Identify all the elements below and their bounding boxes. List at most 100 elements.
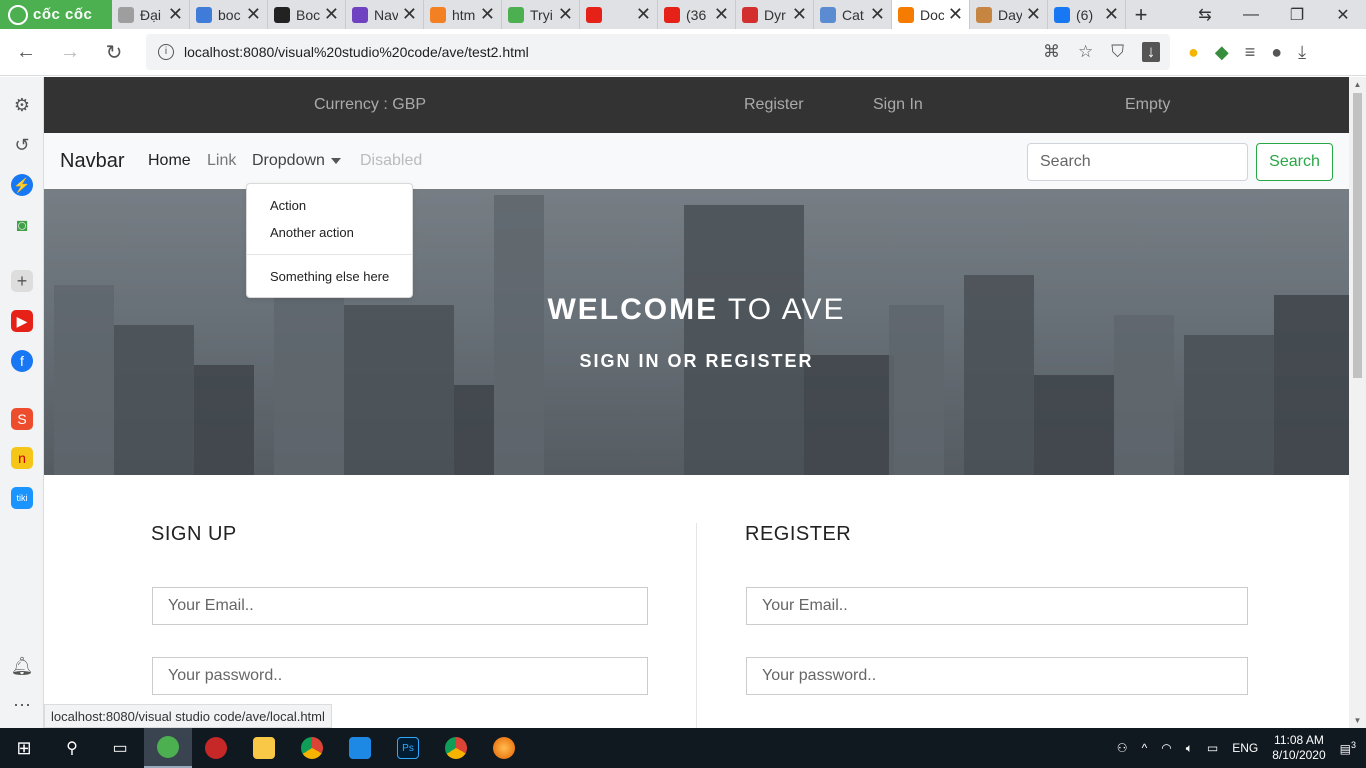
wifi-icon[interactable]: ◠ — [1161, 741, 1171, 755]
tab-search-icon[interactable]: ⇆ — [1182, 5, 1228, 25]
restore-button[interactable]: ❐ — [1274, 5, 1320, 25]
nav-home-link[interactable]: Home — [148, 152, 191, 170]
page-scrollbar[interactable]: ▲ ▼ — [1349, 77, 1366, 728]
firefox-taskbar-icon[interactable] — [480, 728, 528, 768]
shield-icon[interactable]: ⛉ — [1111, 42, 1124, 62]
now-food-icon[interactable]: n — [11, 447, 33, 469]
forward-button[interactable]: → — [52, 41, 88, 64]
notification-bell-icon[interactable]: 🔔︎ — [11, 655, 34, 677]
tab-close-icon[interactable]: ✕ — [870, 4, 885, 25]
tab-close-icon[interactable]: ✕ — [480, 4, 495, 25]
history-icon[interactable]: ↺ — [11, 134, 33, 156]
signup-email-field[interactable] — [152, 587, 648, 625]
youtube-icon[interactable]: ▶ — [11, 310, 33, 332]
tab-close-icon[interactable]: ✕ — [1026, 4, 1041, 25]
battery-icon[interactable]: ▭ — [1207, 741, 1218, 755]
browser-tab[interactable]: boc ✕ — [190, 0, 268, 29]
more-options-icon[interactable]: ⋯ — [11, 694, 33, 716]
search-button[interactable]: Search — [1256, 143, 1333, 181]
tab-close-icon[interactable]: ✕ — [636, 4, 651, 25]
browser-tab[interactable]: Day ✕ — [970, 0, 1048, 29]
scroll-up-arrow-icon[interactable]: ▲ — [1349, 80, 1366, 89]
tab-close-icon[interactable]: ✕ — [246, 4, 261, 25]
photoshop-taskbar-icon[interactable]: Ps — [384, 728, 432, 768]
cart-status[interactable]: Empty — [1125, 96, 1170, 114]
show-hidden-icons-icon[interactable]: ^ — [1142, 741, 1148, 755]
coccoc-taskbar-icon[interactable] — [144, 728, 192, 768]
settings-gear-icon[interactable]: ⚙ — [11, 94, 33, 116]
add-icon[interactable]: + — [11, 270, 33, 292]
signup-password-field[interactable] — [152, 657, 648, 695]
chrome-extension-icon[interactable]: ● — [1188, 42, 1199, 63]
url-text[interactable]: localhost:8080/visual%20studio%20code/av… — [184, 44, 529, 60]
browser-tab[interactable]: Boc ✕ — [268, 0, 346, 29]
browser-tab[interactable]: Nav ✕ — [346, 0, 424, 29]
playlist-icon[interactable]: ≡ — [1245, 42, 1256, 63]
browser-tab[interactable]: ✕ — [580, 0, 658, 29]
file-explorer-taskbar-icon[interactable] — [240, 728, 288, 768]
messenger-icon[interactable]: ⚡ — [11, 174, 33, 196]
browser-logo[interactable]: cốc cốc — [0, 0, 112, 29]
tab-close-icon[interactable]: ✕ — [324, 4, 339, 25]
garena-taskbar-icon[interactable] — [192, 728, 240, 768]
facebook-icon[interactable]: f — [11, 350, 33, 372]
translate-icon[interactable]: ⌘ — [1043, 42, 1060, 62]
chrome-taskbar-icon-2[interactable] — [432, 728, 480, 768]
tab-close-icon[interactable]: ✕ — [1104, 4, 1119, 25]
sign-in-link[interactable]: Sign In — [873, 96, 923, 114]
register-link[interactable]: Register — [744, 96, 804, 114]
dropdown-item-action[interactable]: Action — [270, 198, 306, 213]
search-input[interactable] — [1027, 143, 1248, 181]
task-view-icon[interactable]: ▭ — [96, 728, 144, 768]
action-center-icon[interactable]: ▤3 — [1340, 740, 1356, 756]
volume-icon[interactable]: 🔈︎ — [1186, 741, 1193, 756]
site-info-icon[interactable]: i — [158, 44, 174, 60]
game-controller-icon[interactable]: ◙ — [11, 214, 33, 236]
tab-close-icon[interactable]: ✕ — [948, 4, 963, 25]
currency-selector[interactable]: Currency : GBP — [314, 96, 426, 114]
browser-tab[interactable]: (6) ✕ — [1048, 0, 1126, 29]
tab-close-icon[interactable]: ✕ — [714, 4, 729, 25]
register-password-field[interactable] — [746, 657, 1248, 695]
tiki-icon[interactable]: tiki — [11, 487, 33, 509]
new-tab-button[interactable]: + — [1126, 0, 1156, 29]
browser-tab[interactable]: Cat ✕ — [814, 0, 892, 29]
language-indicator[interactable]: ENG — [1232, 741, 1258, 755]
download-page-icon[interactable]: ↓ — [1142, 42, 1160, 62]
reload-button[interactable]: ↻ — [96, 40, 132, 65]
browser-tab[interactable]: Dyr ✕ — [736, 0, 814, 29]
vscode-taskbar-icon[interactable] — [336, 728, 384, 768]
downloads-icon[interactable]: ⤓ — [1298, 42, 1306, 63]
profile-avatar-icon[interactable]: ● — [1271, 42, 1282, 63]
chrome-taskbar-icon[interactable] — [288, 728, 336, 768]
search-icon[interactable]: ⚲ — [48, 728, 96, 768]
browser-tab[interactable]: htm ✕ — [424, 0, 502, 29]
browser-tab[interactable]: (36 ✕ — [658, 0, 736, 29]
register-email-field[interactable] — [746, 587, 1248, 625]
browser-tab[interactable]: Doc ✕ — [892, 0, 970, 29]
people-icon[interactable]: ⚇ — [1117, 741, 1128, 755]
minimize-button[interactable]: — — [1228, 6, 1274, 24]
clock[interactable]: 11:08 AM 8/10/2020 — [1272, 733, 1325, 763]
nav-dropdown-toggle[interactable]: Dropdown — [252, 152, 341, 170]
browser-tab[interactable]: Đại ✕ — [112, 0, 190, 29]
dropdown-item-another-action[interactable]: Another action — [270, 225, 354, 240]
tab-favicon-icon — [742, 6, 758, 23]
tab-close-icon[interactable]: ✕ — [792, 4, 807, 25]
dropdown-item-something-else[interactable]: Something else here — [270, 269, 389, 284]
browser-tab[interactable]: Tryi ✕ — [502, 0, 580, 29]
back-button[interactable]: ← — [8, 41, 44, 64]
navbar-brand[interactable]: Navbar — [60, 150, 124, 173]
windows-start-icon[interactable]: ⊞ — [0, 728, 48, 768]
nav-link[interactable]: Link — [207, 152, 236, 170]
shopee-icon[interactable]: S — [11, 408, 33, 430]
scroll-down-arrow-icon[interactable]: ▼ — [1349, 716, 1366, 725]
tab-close-icon[interactable]: ✕ — [402, 4, 417, 25]
globe-extension-icon[interactable]: ◆ — [1215, 42, 1229, 63]
tab-close-icon[interactable]: ✕ — [168, 4, 183, 25]
address-bar[interactable]: i localhost:8080/visual%20studio%20code/… — [146, 34, 1170, 70]
scrollbar-thumb[interactable] — [1353, 93, 1362, 378]
close-window-button[interactable]: ✕ — [1320, 5, 1366, 25]
bookmark-star-icon[interactable]: ☆ — [1078, 42, 1093, 62]
tab-close-icon[interactable]: ✕ — [558, 4, 573, 25]
